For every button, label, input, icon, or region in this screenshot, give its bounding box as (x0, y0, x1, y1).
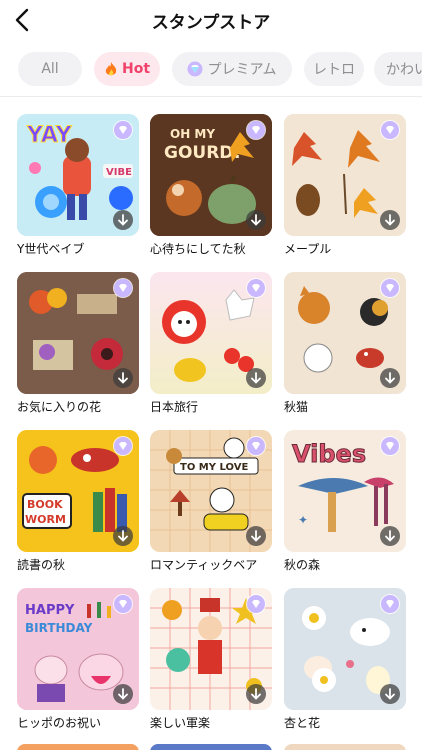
tab-premium[interactable]: プレミアム (172, 52, 292, 86)
page-title: スタンプストア (151, 13, 271, 33)
sticker-pack-thumbnail[interactable] (284, 114, 406, 236)
sticker-pack-thumbnail[interactable] (150, 588, 272, 710)
svg-text:Vibes: Vibes (292, 440, 366, 468)
download-icon[interactable] (113, 526, 133, 546)
sticker-pack-thumbnail[interactable] (150, 272, 272, 394)
sticker-pack-thumbnail[interactable]: YAY VIBE (17, 114, 139, 236)
sticker-pack-title: 読書の秋 (17, 558, 66, 572)
download-icon[interactable] (246, 684, 266, 704)
sticker-pack-title: ロマンティックベア (150, 558, 258, 572)
premium-gem-icon (246, 120, 266, 140)
sticker-pack-title: 秋の森 (284, 558, 321, 572)
svg-text:OH MY: OH MY (170, 127, 215, 141)
sticker-pack-title: Y世代ベイブ (17, 242, 85, 256)
sticker-pack-title: 心待ちにしてた秋 (150, 242, 246, 256)
tab-label: かわい (386, 62, 422, 78)
divider (0, 96, 422, 97)
sticker-pack-thumbnail[interactable] (284, 744, 406, 750)
svg-text:BOOK: BOOK (27, 498, 63, 511)
tab-hot[interactable]: Hot (94, 52, 160, 86)
tab-kawaii[interactable]: かわい (374, 52, 422, 86)
premium-gem-icon (246, 278, 266, 298)
sticker-pack-thumbnail[interactable] (150, 744, 272, 750)
sticker-pack-thumbnail[interactable] (284, 588, 406, 710)
header: スタンプストア (0, 0, 422, 42)
sticker-pack-thumbnail[interactable] (17, 272, 139, 394)
premium-gem-icon (380, 120, 400, 140)
sticker-pack-thumbnail[interactable] (17, 744, 139, 750)
tab-label: Hot (121, 61, 151, 77)
sticker-pack-thumbnail[interactable] (284, 272, 406, 394)
sticker-pack-title: 秋猫 (284, 400, 309, 414)
download-icon[interactable] (246, 526, 266, 546)
download-icon[interactable] (113, 684, 133, 704)
download-icon[interactable] (113, 210, 133, 230)
download-icon[interactable] (113, 368, 133, 388)
premium-gem-icon (380, 594, 400, 614)
sticker-pack-title: メープル (284, 242, 332, 256)
sticker-pack-thumbnail[interactable]: Vibes ✦ (284, 430, 406, 552)
svg-text:HAPPY: HAPPY (25, 603, 75, 618)
tab-label: All (41, 61, 59, 77)
download-icon[interactable] (380, 684, 400, 704)
premium-gem-icon (246, 594, 266, 614)
tab-retro[interactable]: レトロ (304, 52, 364, 86)
premium-gem-icon (113, 278, 133, 298)
premium-gem-icon (380, 436, 400, 456)
svg-text:WORM: WORM (25, 513, 66, 526)
tab-all[interactable]: All (18, 52, 82, 86)
premium-gem-icon (187, 61, 203, 77)
premium-gem-icon (113, 436, 133, 456)
svg-text:VIBE: VIBE (106, 167, 132, 178)
svg-text:BIRTHDAY: BIRTHDAY (25, 621, 93, 635)
tab-label: レトロ (313, 62, 355, 78)
sticker-pack-title: 楽しい軍楽 (150, 716, 211, 730)
svg-text:TO MY LOVE: TO MY LOVE (180, 462, 248, 473)
category-tabs: All Hot プレミアム レトロ かわい (0, 52, 422, 88)
download-icon[interactable] (246, 210, 266, 230)
sticker-pack-thumbnail[interactable]: BOOK WORM (17, 430, 139, 552)
premium-gem-icon (380, 278, 400, 298)
download-icon[interactable] (246, 368, 266, 388)
svg-text:✦: ✦ (298, 513, 308, 527)
fire-icon (104, 61, 118, 77)
sticker-pack-thumbnail[interactable]: HAPPY BIRTHDAY (17, 588, 139, 710)
download-icon[interactable] (380, 526, 400, 546)
sticker-pack-title: お気に入りの花 (17, 400, 102, 414)
premium-gem-icon (113, 120, 133, 140)
svg-text:GOURD!: GOURD! (164, 143, 241, 163)
download-icon[interactable] (380, 210, 400, 230)
sticker-pack-title: 日本旅行 (150, 400, 199, 414)
tab-label: プレミアム (207, 62, 277, 78)
sticker-pack-title: ヒッポのお祝い (17, 716, 102, 730)
sticker-pack-title: 杏と花 (284, 716, 321, 730)
download-icon[interactable] (380, 368, 400, 388)
art-text: YAY (26, 123, 73, 148)
premium-gem-icon (246, 436, 266, 456)
sticker-pack-thumbnail[interactable]: OH MY GOURD! (150, 114, 272, 236)
sticker-pack-thumbnail[interactable]: TO MY LOVE (150, 430, 272, 552)
premium-gem-icon (113, 594, 133, 614)
